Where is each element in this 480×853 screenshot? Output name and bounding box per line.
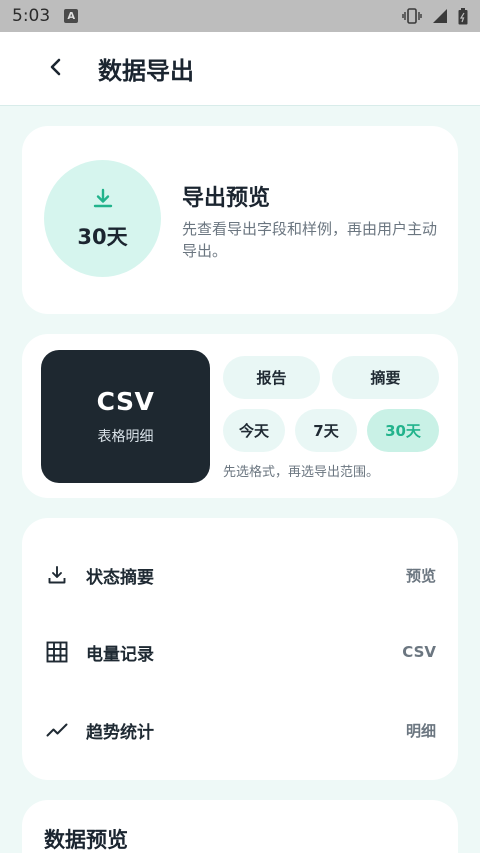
format-csv-title: CSV <box>96 387 155 416</box>
field-label: 状态摘要 <box>86 567 154 588</box>
format-hint: 先选格式，再选导出范围。 <box>223 465 380 480</box>
status-icons <box>402 7 468 25</box>
field-label: 电量记录 <box>86 644 154 665</box>
field-label: 趋势统计 <box>86 722 154 743</box>
field-value: CSV <box>402 643 436 661</box>
field-row-status-summary[interactable]: 状态摘要 预览 <box>22 547 458 603</box>
field-row-trend-stats[interactable]: 趋势统计 明细 <box>22 702 458 758</box>
export-preview-card: 30天 导出预览 先查看导出字段和样例，再由用户主动导出。 <box>22 126 458 314</box>
trend-icon <box>46 719 68 741</box>
download-icon <box>91 187 115 215</box>
grid-icon <box>46 641 68 663</box>
format-report-button[interactable]: 报告 <box>223 356 320 399</box>
app-header: 数据导出 <box>0 32 480 106</box>
data-preview-card: 数据预览 <box>22 800 458 853</box>
signal-icon <box>432 8 448 24</box>
data-preview-title: 数据预览 <box>44 828 128 852</box>
range-today-button[interactable]: 今天 <box>223 409 285 452</box>
status-time: 5:03 <box>12 6 51 26</box>
field-value: 预览 <box>405 566 436 585</box>
format-summary-button[interactable]: 摘要 <box>332 356 439 399</box>
format-csv-tile[interactable]: CSV 表格明细 <box>41 350 210 483</box>
chevron-left-icon <box>49 57 63 81</box>
notification-icon: A <box>64 9 79 23</box>
range-badge: 30天 <box>44 160 161 277</box>
battery-icon <box>458 7 468 25</box>
field-value: 明细 <box>405 721 436 740</box>
back-button[interactable] <box>36 49 76 89</box>
status-bar: 5:03 A <box>0 0 480 32</box>
download-icon <box>46 564 68 586</box>
format-card: CSV 表格明细 报告 摘要 今天 7天 30天 先选格式，再选导出范围。 <box>22 334 458 498</box>
vibrate-icon <box>402 8 422 24</box>
preview-title: 导出预览 <box>182 186 271 211</box>
export-fields-card: 状态摘要 预览 电量记录 CSV 趋势统计 明细 <box>22 518 458 780</box>
range-30days-button[interactable]: 30天 <box>367 409 439 452</box>
field-row-battery-records[interactable]: 电量记录 CSV <box>22 624 458 680</box>
page-title: 数据导出 <box>98 57 194 85</box>
format-csv-subtitle: 表格明细 <box>97 429 154 445</box>
range-badge-label: 30天 <box>77 224 128 249</box>
range-7days-button[interactable]: 7天 <box>295 409 357 452</box>
preview-description: 先查看导出字段和样例，再由用户主动导出。 <box>182 220 438 260</box>
